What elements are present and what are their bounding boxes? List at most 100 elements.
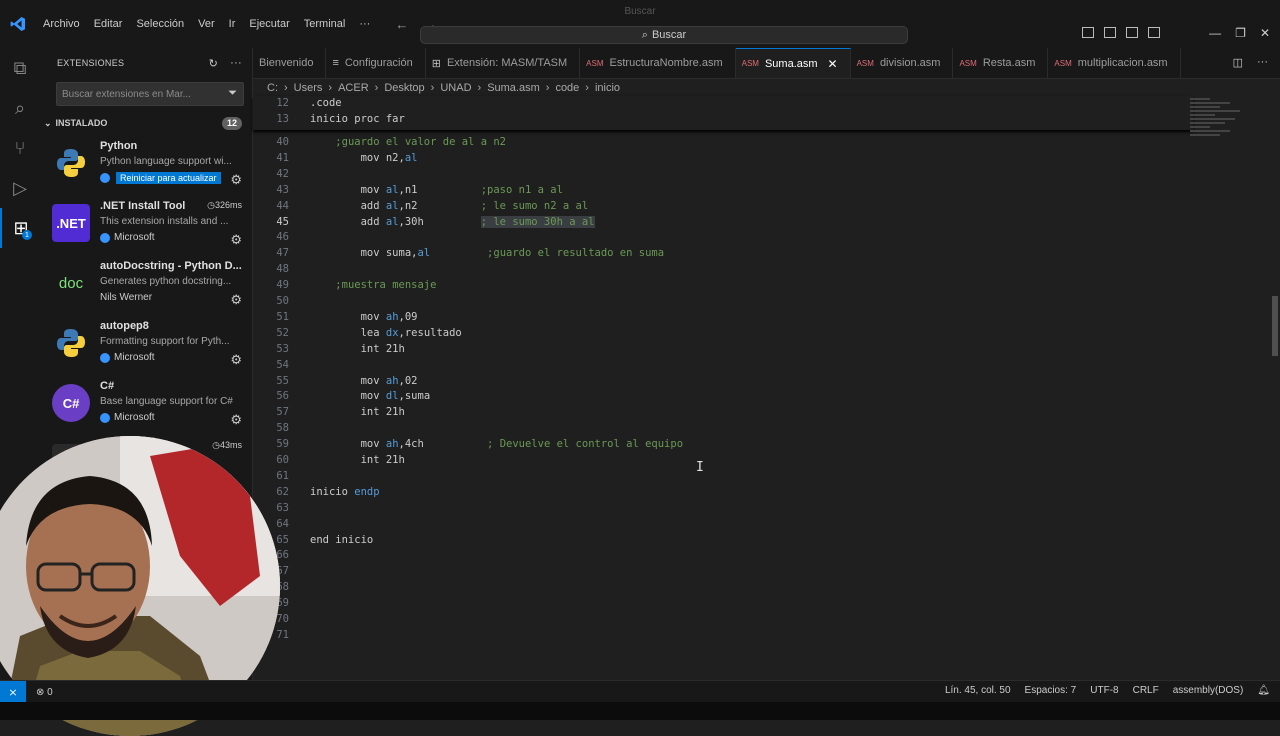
tab-resta-asm[interactable]: ASM Resta.asm	[953, 48, 1049, 78]
menu-item[interactable]: Archivo	[36, 18, 87, 30]
customize-layout-icon[interactable]	[1148, 27, 1160, 38]
breadcrumb-item[interactable]: C:	[267, 82, 278, 94]
code-token: ,suma	[398, 390, 431, 403]
extension-settings-gear-icon[interactable]: ⚙	[230, 232, 242, 248]
indentation[interactable]: Espacios: 7	[1025, 685, 1077, 696]
clock-icon: ◷	[212, 440, 220, 450]
asm-file-icon: ASM	[586, 58, 604, 68]
split-editor-icon[interactable]: ◫	[1233, 56, 1243, 69]
editor-more-icon[interactable]: ···	[1257, 56, 1268, 69]
code-token: ,02	[398, 374, 418, 387]
extensions-icon[interactable]: ⊞ 1	[0, 208, 40, 248]
menu-item[interactable]: Editar	[87, 18, 130, 30]
end-of-line[interactable]: CRLF	[1133, 685, 1159, 696]
breadcrumb-item[interactable]: Users	[294, 82, 323, 94]
encoding[interactable]: UTF-8	[1090, 685, 1118, 696]
menu-item[interactable]: Ir	[222, 18, 243, 30]
code-line: 69	[253, 597, 1193, 613]
code-text: end inicio	[310, 534, 373, 546]
extension-settings-gear-icon[interactable]: ⚙	[230, 352, 242, 368]
cursor-position[interactable]: Lín. 45, col. 50	[945, 685, 1011, 696]
tab-bienvenido[interactable]: Bienvenido	[253, 48, 327, 78]
publisher-name: Nils Werner	[100, 292, 153, 303]
notifications-bell-icon[interactable]: 🔔︎	[1257, 685, 1270, 696]
code-text: .code	[310, 97, 342, 109]
code-token: ;muestra mensaje	[335, 279, 437, 292]
explorer-icon[interactable]: ⧉	[0, 48, 40, 88]
more-actions-icon[interactable]: ···	[230, 57, 242, 70]
code-token: ; le sumo n2 a al	[480, 199, 589, 212]
minimize-icon[interactable]: —	[1209, 26, 1221, 40]
close-tab-icon[interactable]: ✕	[828, 57, 838, 71]
toggle-panel-icon[interactable]	[1104, 27, 1116, 38]
code-line: 42	[253, 168, 1193, 184]
back-arrow-icon[interactable]: ←	[395, 17, 408, 32]
breadcrumb-item[interactable]: inicio	[595, 82, 620, 94]
extension-publisher: Nils Werner	[100, 292, 152, 303]
menu-item[interactable]: Ejecutar	[242, 18, 296, 30]
extension-item[interactable]: .NET .NET Install Tool This extension inst…	[40, 194, 252, 254]
extension-settings-gear-icon[interactable]: ⚙	[230, 412, 242, 428]
code-line: 49 ;muestra mensaje	[253, 279, 1193, 295]
tab-configuraci-n[interactable]: ≡ Configuración	[326, 48, 426, 78]
extension-name: autopep8	[100, 320, 149, 332]
close-window-icon[interactable]: ✕	[1260, 26, 1270, 40]
extension-name: Python	[100, 140, 138, 152]
command-center-search[interactable]: ⌕ Buscar	[420, 26, 908, 44]
scrollbar-thumb[interactable]	[1272, 296, 1278, 356]
code-line: 47 mov suma,al ;guardo el resultado en s…	[253, 247, 1193, 263]
extension-item[interactable]: autopep8 Formatting support for Pyth... Mi…	[40, 314, 252, 374]
toggle-secondary-sidebar-icon[interactable]	[1126, 27, 1138, 38]
minimap[interactable]	[1190, 96, 1260, 196]
code-line: 40 ;guardo el valor de al a n2	[253, 136, 1193, 152]
extension-item[interactable]: doc autoDocstring - Python D... Generates …	[40, 254, 252, 314]
breadcrumb-item[interactable]: UNAD	[440, 82, 471, 94]
code-token: ah	[385, 310, 399, 323]
refresh-icon[interactable]: ↻	[209, 57, 219, 70]
code-token: add	[360, 215, 386, 228]
tab-label: EstructuraNombre.asm	[609, 57, 723, 69]
code-line: 56 mov dl,suma	[253, 390, 1193, 406]
menu-item[interactable]: Terminal	[297, 18, 353, 30]
tab-estructuranombre-asm[interactable]: ASM EstructuraNombre.asm	[580, 48, 736, 78]
code-line: 44 add al,n2 ; le sumo n2 a al	[253, 200, 1193, 216]
line-number: 50	[276, 295, 289, 307]
installed-section-header[interactable]: ⌄ INSTALADO 12	[40, 112, 252, 134]
menu-item[interactable]: Ver	[191, 18, 222, 30]
extension-publisher: Microsoft	[100, 412, 155, 423]
breadcrumb-item[interactable]: ACER	[338, 82, 369, 94]
vertical-scrollbar[interactable]	[1268, 96, 1280, 680]
restore-icon[interactable]: ❐	[1235, 26, 1246, 40]
line-number: 44	[276, 199, 289, 212]
run-debug-icon[interactable]: ▷	[0, 168, 40, 208]
extension-item[interactable]: C# C# Base language support for C# Microsof…	[40, 374, 252, 434]
extension-settings-gear-icon[interactable]: ⚙	[230, 172, 242, 188]
extensions-search-input[interactable]: Buscar extensiones en Mar... ⏷	[56, 82, 244, 106]
breadcrumb-separator-icon: ›	[545, 82, 550, 94]
tab-extensi-n-masm-tasm[interactable]: ⊞ Extensión: MASM/TASM	[426, 48, 581, 78]
code-editor[interactable]: 40 ;guardo el valor de al a n2 41 mov n2,…	[253, 96, 1280, 680]
verified-icon	[100, 412, 110, 423]
restart-to-update-button[interactable]: Reiniciar para actualizar	[116, 172, 221, 184]
language-mode[interactable]: assembly(DOS)	[1173, 685, 1244, 696]
tab-division-asm[interactable]: ASM division.asm	[851, 48, 954, 78]
remote-indicator-icon[interactable]: ⨯	[0, 681, 26, 703]
extension-settings-gear-icon[interactable]: ⚙	[230, 292, 242, 308]
menu-item[interactable]: ···	[352, 18, 377, 30]
search-view-icon[interactable]: ⌕	[0, 88, 40, 128]
code-line: 41 mov n2,al	[253, 152, 1193, 168]
breadcrumb-item[interactable]: Suma.asm	[487, 82, 540, 94]
menu-item[interactable]: Selección	[129, 18, 191, 30]
breadcrumb-item[interactable]: code	[555, 82, 579, 94]
breadcrumb-item[interactable]: Desktop	[384, 82, 424, 94]
code-token: al	[404, 151, 418, 164]
problems-indicator[interactable]: ⊗ 0	[36, 687, 53, 698]
line-number: 61	[276, 469, 289, 482]
tab-multiplicacion-asm[interactable]: ASM multiplicacion.asm	[1048, 48, 1181, 78]
extension-publisher: Microsoft	[100, 352, 155, 363]
toggle-primary-sidebar-icon[interactable]	[1082, 27, 1094, 38]
extension-item[interactable]: Python Python language support wi... Reini…	[40, 134, 252, 194]
tab-suma-asm[interactable]: ASM Suma.asm ✕	[735, 48, 851, 78]
filter-icon[interactable]: ⏷	[228, 87, 237, 100]
source-control-icon[interactable]: ⑂	[0, 128, 40, 168]
